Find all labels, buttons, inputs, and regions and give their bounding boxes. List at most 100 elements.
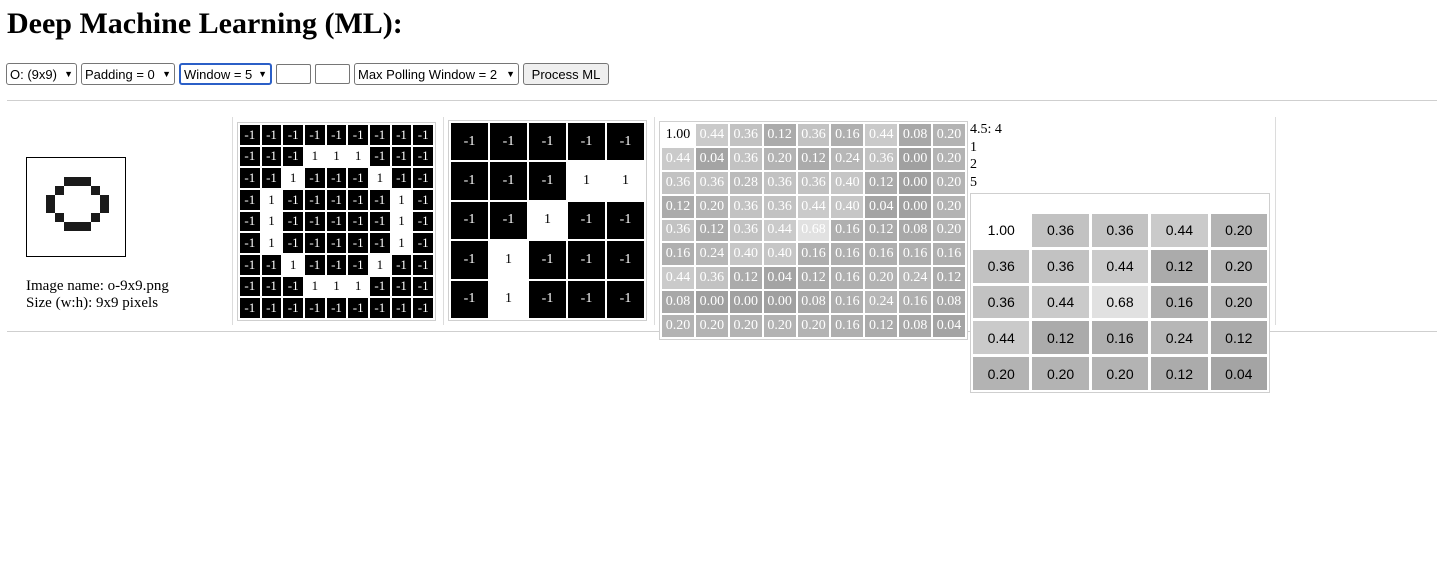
matrix-cell: 0.40	[831, 195, 864, 218]
matrix-cell: 1	[369, 254, 390, 275]
image-select[interactable]: O: (9x9) ▼	[6, 63, 77, 85]
chevron-down-icon: ▼	[162, 69, 171, 79]
padding-select-value: Padding = 0	[85, 66, 155, 82]
matrix-cell: 1	[304, 276, 325, 297]
matrix-cell: 0.00	[729, 291, 762, 314]
matrix-cell: 0.36	[973, 285, 1030, 319]
matrix-cell: 0.12	[865, 171, 898, 194]
matrix-cell: 1	[261, 211, 282, 232]
matrix-cell: 0.36	[729, 124, 762, 146]
image-thumbnail	[26, 157, 126, 257]
matrix-cell: -1	[348, 254, 368, 275]
pooling-select[interactable]: Max Polling Window = 2 ▼	[354, 63, 519, 85]
matrix-cell: -1	[283, 298, 303, 318]
matrix-cell: 0.16	[899, 243, 932, 266]
matrix-cell: 1	[348, 276, 368, 297]
matrix-cell: -1	[261, 276, 282, 297]
matrix-cell: 0.24	[865, 291, 898, 314]
matrix-cell: 0.16	[797, 243, 830, 266]
matrix-cell: -1	[283, 189, 303, 210]
matrix-cell: 0.20	[933, 171, 965, 194]
matrix-cell: 0.12	[662, 195, 694, 218]
matrix-cell: 0.00	[763, 291, 796, 314]
matrix-cell: -1	[326, 168, 347, 188]
matrix-cell: -1	[413, 276, 433, 297]
matrix-cell: 0.16	[831, 315, 864, 337]
matrix-cell: -1	[413, 233, 433, 253]
matrix-cell: 0.12	[1032, 321, 1089, 355]
matrix-cell: 1	[391, 233, 412, 253]
matrix-cell: 0.12	[865, 219, 898, 242]
matrix-cell: -1	[304, 168, 325, 188]
matrix-cell: -1	[240, 168, 260, 188]
matrix-cell: -1	[283, 125, 303, 145]
matrix-cell: 0.16	[831, 243, 864, 266]
matrix-cell: 1	[261, 189, 282, 210]
matrix-cell: 0.08	[899, 124, 932, 146]
pixel	[100, 195, 109, 204]
matrix-cell: 0.20	[695, 315, 728, 337]
pooling-note: 5	[970, 174, 977, 190]
matrix-cell: 0.20	[933, 195, 965, 218]
chevron-down-icon: ▼	[506, 69, 515, 79]
matrix-cell: 0.24	[1151, 321, 1208, 355]
pixel	[91, 213, 100, 222]
process-ml-button[interactable]: Process ML	[523, 63, 609, 85]
matrix-cell: -1	[413, 298, 433, 318]
matrix-cell: -1	[348, 233, 368, 253]
matrix-cell: 0.12	[763, 124, 796, 146]
matrix-cell: 0.20	[763, 147, 796, 170]
matrix-cell: -1	[283, 146, 303, 167]
pixel	[64, 222, 73, 231]
matrix-cell: 0.68	[1091, 285, 1149, 319]
matrix-cell: 0.12	[865, 315, 898, 337]
matrix-cell: 0.44	[763, 219, 796, 242]
matrix-cell: -1	[240, 189, 260, 210]
matrix-cell: -1	[529, 241, 566, 279]
matrix-cell: 0.12	[729, 267, 762, 290]
matrix-cell: 0.44	[1032, 285, 1089, 319]
matrix-cell: -1	[283, 233, 303, 253]
matrix-cell: 0.20	[729, 315, 762, 337]
matrix-cell: -1	[568, 201, 605, 240]
matrix-cell: 0.16	[831, 291, 864, 314]
text-input-b[interactable]	[315, 64, 350, 84]
matrix-cell: 0.68	[797, 219, 830, 242]
text-input-a[interactable]	[276, 64, 311, 84]
matrix-cell: 0.36	[1032, 249, 1089, 283]
matrix-cell: -1	[240, 276, 260, 297]
matrix-cell: -1	[451, 280, 488, 318]
window-select[interactable]: Window = 5 ▼	[179, 63, 272, 85]
chevron-down-icon: ▼	[258, 69, 267, 79]
matrix-cell: 0.36	[797, 124, 830, 146]
matrix-cell: 0.16	[1091, 321, 1149, 355]
matrix-cell: -1	[326, 298, 347, 318]
matrix-cell: -1	[568, 241, 605, 279]
matrix-cell: -1	[240, 125, 260, 145]
matrix-cell: -1	[261, 125, 282, 145]
matrix-cell: 0.12	[695, 219, 728, 242]
matrix-cell: -1	[568, 280, 605, 318]
matrix-cell: 0.08	[933, 291, 965, 314]
padding-select[interactable]: Padding = 0 ▼	[81, 63, 175, 85]
matrix-cell: 0.36	[1032, 214, 1089, 247]
matrix-cell: 0.12	[1210, 321, 1267, 355]
matrix-cell: 0.16	[831, 219, 864, 242]
matrix-cell: -1	[326, 233, 347, 253]
matrix-cell: -1	[304, 125, 325, 145]
matrix-cell: 0.20	[973, 357, 1030, 390]
matrix-cell: -1	[304, 233, 325, 253]
matrix-cell: -1	[304, 189, 325, 210]
matrix-cell: 0.36	[662, 171, 694, 194]
image-name: Image name: o-9x9.png	[26, 278, 169, 294]
matrix-cell: 0.12	[933, 267, 965, 290]
matrix-cell: 0.36	[695, 267, 728, 290]
matrix-cell: -1	[607, 123, 644, 161]
matrix-cell: 0.36	[1091, 214, 1149, 247]
matrix-cell: 0.44	[662, 267, 694, 290]
matrix-cell: 0.20	[865, 267, 898, 290]
matrix-cell: -1	[348, 298, 368, 318]
matrix-cell: -1	[490, 201, 527, 240]
matrix-cell: 1	[391, 189, 412, 210]
matrix-cell: 0.36	[695, 171, 728, 194]
